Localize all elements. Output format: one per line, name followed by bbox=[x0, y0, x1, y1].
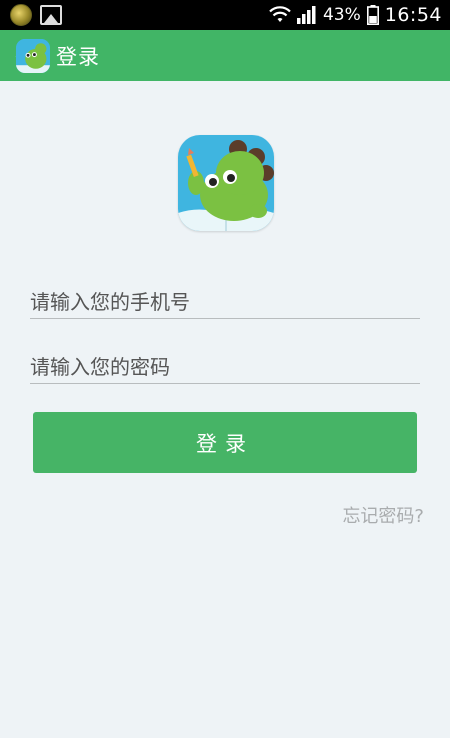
battery-percent: 43% bbox=[322, 5, 361, 25]
clock: 16:54 bbox=[384, 4, 442, 26]
phone-input[interactable] bbox=[30, 285, 420, 319]
app-bar: 〈 登录 bbox=[0, 30, 450, 81]
signal-icon bbox=[296, 6, 317, 24]
status-left bbox=[10, 4, 62, 26]
wifi-icon bbox=[269, 6, 291, 24]
status-bar: 43% 16:54 bbox=[0, 0, 450, 30]
app-logo bbox=[178, 135, 274, 231]
battery-icon bbox=[366, 5, 379, 25]
password-input[interactable] bbox=[30, 350, 420, 384]
login-button[interactable]: 登录 bbox=[33, 412, 417, 473]
notification-app-icon bbox=[10, 4, 32, 26]
status-right: 43% 16:54 bbox=[269, 4, 442, 26]
forgot-password-link[interactable]: 忘记密码? bbox=[342, 502, 424, 528]
gallery-icon bbox=[40, 5, 62, 25]
app-logo-icon[interactable] bbox=[16, 38, 50, 73]
page-title: 登录 bbox=[56, 44, 100, 69]
back-arrow-icon[interactable]: 〈 bbox=[4, 41, 24, 70]
